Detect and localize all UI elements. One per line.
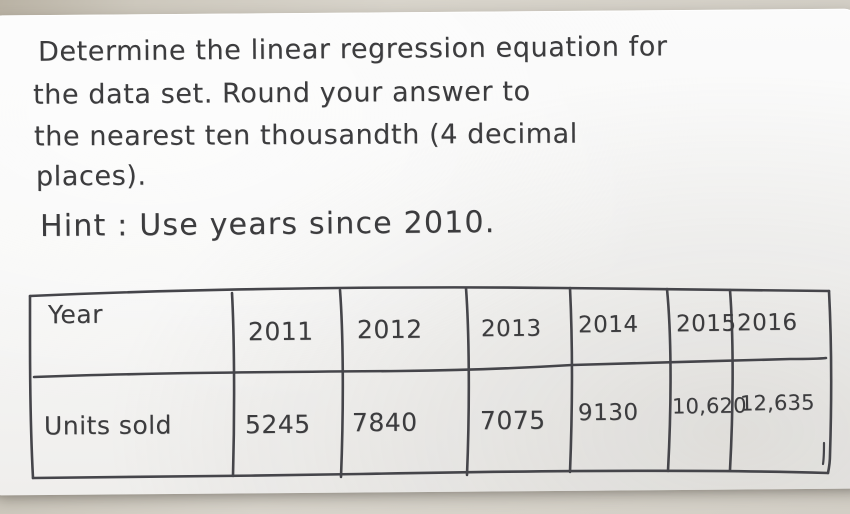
- table-row-label-year: Year: [47, 299, 104, 330]
- table-cell-units-2011: 5245: [244, 409, 311, 440]
- table-cell-year-2014: 2014: [577, 311, 639, 339]
- table-cell-year-2013: 2013: [480, 315, 542, 343]
- table-cell-year-2012: 2012: [356, 314, 423, 345]
- table-cell-units-2013: 7075: [479, 405, 546, 436]
- table-cell-year-2011: 2011: [247, 316, 314, 347]
- table-cell-year-2016: 2016: [736, 309, 798, 337]
- table-cell-units-2012: 7840: [351, 407, 418, 438]
- table-cell-units-2015: 10,620: [671, 393, 747, 419]
- problem-line-3: the nearest ten thousandth (4 decimal: [33, 118, 578, 153]
- table-cell-units-2014: 9130: [577, 399, 639, 427]
- table-cell-units-2016: 12,635: [739, 390, 815, 416]
- problem-line-2: the data set. Round your answer to: [32, 76, 531, 111]
- table-row-label-units-sold: Units sold: [43, 410, 173, 441]
- hint-line: Hint : Use years since 2010.: [39, 205, 496, 244]
- handwritten-problem-photo: Determine the linear regression equation…: [0, 0, 850, 514]
- problem-line-1: Determine the linear regression equation…: [37, 31, 668, 68]
- problem-line-4: places).: [35, 160, 147, 193]
- table-cell-year-2015: 2015: [675, 310, 737, 338]
